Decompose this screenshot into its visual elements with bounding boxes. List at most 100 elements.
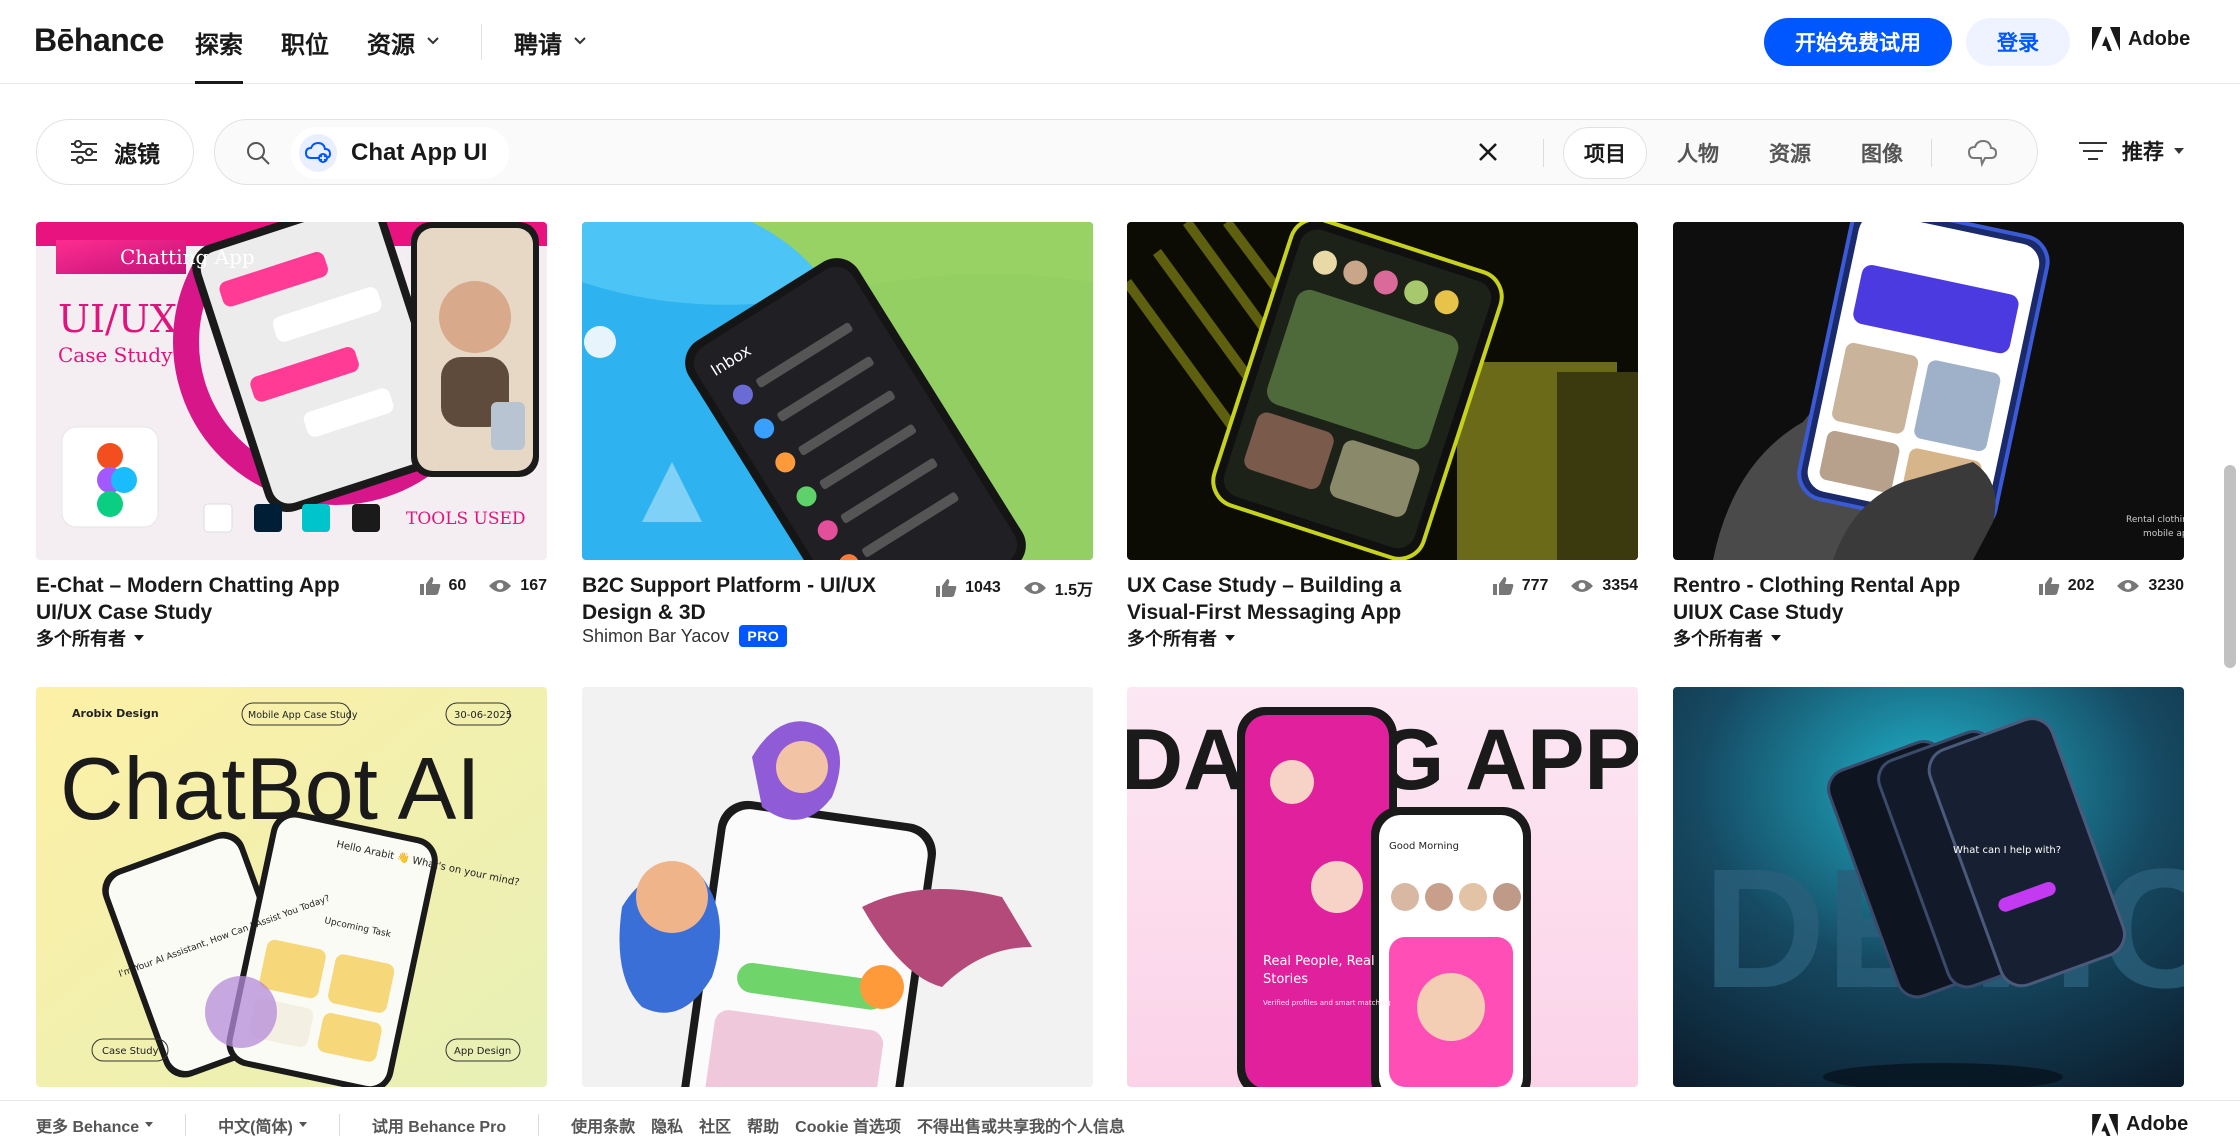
footer-try-pro[interactable]: 试用 Behance Pro — [372, 1113, 506, 1137]
login-button[interactable]: 登录 — [1966, 18, 2070, 66]
top-navigation-bar: Bēhance 探索 职位 资源 聘请 开始免费试用 登录 Adobe — [0, 0, 2240, 84]
project-card[interactable]: DATING APP Good Morning Real People, Rea… — [1127, 687, 1638, 1087]
filter-button[interactable]: 滤镜 — [36, 119, 194, 185]
project-thumbnail[interactable]: Arobix Design Mobile App Case Study 30-0… — [36, 687, 547, 1087]
footer-more-behance-label: 更多 Behance — [36, 1118, 140, 1136]
project-card[interactable]: Inbox B2C Support Platform - UI/UX Desig… — [582, 222, 1093, 662]
project-cover-art: Chatting App UI/UX Case Study TOOLS USED — [36, 222, 547, 560]
owner-label: 多个所有者 — [1127, 629, 1217, 649]
project-owners[interactable]: 多个所有者 — [1127, 625, 1235, 651]
footer-more-behance[interactable]: 更多 Behance — [36, 1113, 154, 1137]
project-thumbnail[interactable]: Chatting App UI/UX Case Study TOOLS USED — [36, 222, 547, 560]
project-owner[interactable]: Shimon Bar Yacov PRO — [582, 625, 788, 647]
filter-label: 滤镜 — [114, 141, 160, 167]
project-thumbnail[interactable]: DATING APP Good Morning Real People, Rea… — [1127, 687, 1638, 1087]
search-icon — [247, 142, 270, 165]
eye-icon — [2117, 580, 2140, 592]
nav-hire[interactable]: 聘请 — [514, 0, 586, 84]
project-thumbnail[interactable]: DEVICE What can I help with? — [1673, 687, 2184, 1087]
tab-projects[interactable]: 项目 — [1563, 127, 1647, 179]
footer-divider — [538, 1113, 540, 1136]
project-cover-art: Rental clothing mobile app — [1673, 222, 2184, 560]
page-scrollbar-thumb[interactable] — [2224, 465, 2236, 668]
tab-people[interactable]: 人物 — [1657, 127, 1739, 179]
sort-dropdown[interactable]: 推荐 — [2078, 136, 2184, 166]
project-title[interactable]: B2C Support Platform - UI/UX Design & 3D — [582, 572, 922, 626]
ai-search-cloud-icon[interactable] — [1967, 139, 1997, 167]
adobe-link[interactable]: Adobe — [2092, 27, 2190, 51]
svg-text:mobile app: mobile app — [2143, 529, 2184, 539]
footer-language[interactable]: 中文(简体) — [218, 1113, 307, 1137]
project-title[interactable]: UX Case Study – Building a Visual-First … — [1127, 572, 1467, 626]
svg-text:Good Morning: Good Morning — [1389, 841, 1459, 852]
tab-images[interactable]: 图像 — [1841, 127, 1923, 179]
eye-icon — [1023, 582, 1046, 594]
project-cover-art — [1127, 222, 1638, 560]
eye-icon — [1571, 580, 1594, 592]
project-thumbnail[interactable] — [582, 687, 1093, 1087]
caret-down-icon — [134, 635, 144, 641]
project-stats: 1043 1.5万 — [935, 576, 1093, 600]
search-bar[interactable]: Chat App UI 项目 人物 资源 图像 — [214, 119, 2038, 185]
owner-label: 多个所有者 — [36, 629, 126, 649]
project-meta: E-Chat – Modern Chatting App UI/UX Case … — [36, 572, 547, 662]
caret-down-icon — [1225, 635, 1235, 641]
project-thumbnail[interactable]: Rental clothing mobile app — [1673, 222, 2184, 560]
project-meta: Rentro - Clothing Rental App UIUX Case S… — [1673, 572, 2184, 662]
footer-bar: 更多 Behance 中文(简体) 试用 Behance Pro 使用条款 隐私… — [0, 1100, 2240, 1148]
caret-down-icon — [298, 1122, 307, 1127]
search-query-chip[interactable]: Chat App UI — [291, 127, 510, 179]
project-card[interactable]: Rental clothing mobile app Rentro - Clot… — [1673, 222, 2184, 662]
sort-label: 推荐 — [2122, 141, 2164, 164]
nav-jobs[interactable]: 职位 — [281, 0, 329, 84]
project-owners[interactable]: 多个所有者 — [1673, 625, 1781, 651]
view-count: 3230 — [2148, 577, 2184, 594]
svg-text:Stories: Stories — [1263, 972, 1308, 987]
project-title[interactable]: Rentro - Clothing Rental App UIUX Case S… — [1673, 572, 2013, 626]
svg-text:TOOLS USED: TOOLS USED — [406, 509, 526, 529]
clear-search-icon[interactable] — [1477, 141, 1499, 163]
project-card[interactable] — [582, 687, 1093, 1087]
svg-text:Real People, Real: Real People, Real — [1263, 954, 1375, 969]
project-owners[interactable]: 多个所有者 — [36, 625, 144, 651]
adobe-logo-icon — [2092, 1113, 2118, 1136]
svg-text:Verified profiles and smart ma: Verified profiles and smart matching — [1263, 999, 1391, 1007]
footer-divider — [185, 1113, 187, 1136]
nav-assets-label: 资源 — [367, 31, 415, 59]
nav-assets[interactable]: 资源 — [367, 0, 439, 84]
nav-explore[interactable]: 探索 — [195, 0, 243, 84]
footer-cookie-link[interactable]: Cookie 首选项 — [795, 1113, 901, 1137]
svg-text:ChatBot AI: ChatBot AI — [60, 739, 481, 838]
start-free-trial-button[interactable]: 开始免费试用 — [1764, 18, 1952, 66]
project-card[interactable]: Arobix Design Mobile App Case Study 30-0… — [36, 687, 547, 1087]
thumbs-up-icon — [2038, 577, 2060, 595]
svg-text:Rental clothing: Rental clothing — [2126, 515, 2184, 525]
nav-divider — [481, 24, 482, 60]
svg-text:What can I help with?: What can I help with? — [1953, 845, 2061, 856]
footer-privacy-link[interactable]: 隐私 — [651, 1113, 683, 1137]
tab-assets[interactable]: 资源 — [1749, 127, 1831, 179]
nav-hire-label: 聘请 — [514, 31, 562, 59]
project-card[interactable]: UX Case Study – Building a Visual-First … — [1127, 222, 1638, 662]
caret-down-icon — [145, 1122, 154, 1127]
svg-text:30-06-2025: 30-06-2025 — [454, 710, 512, 721]
nav-explore-label: 探索 — [195, 31, 243, 59]
behance-logo[interactable]: Bēhance — [34, 22, 164, 59]
filter-sliders-icon — [71, 140, 97, 164]
project-meta: UX Case Study – Building a Visual-First … — [1127, 572, 1638, 662]
project-stats: 60 167 — [419, 576, 547, 596]
footer-community-link[interactable]: 社区 — [699, 1113, 731, 1137]
project-thumbnail[interactable] — [1127, 222, 1638, 560]
footer-do-not-sell-link[interactable]: 不得出售或共享我的个人信息 — [917, 1113, 1125, 1137]
project-cover-art: Arobix Design Mobile App Case Study 30-0… — [36, 687, 547, 1087]
footer-terms-link[interactable]: 使用条款 — [571, 1113, 635, 1137]
svg-text:Chatting App: Chatting App — [120, 245, 255, 269]
project-card[interactable]: Chatting App UI/UX Case Study TOOLS USED… — [36, 222, 547, 662]
footer-help-link[interactable]: 帮助 — [747, 1113, 779, 1137]
nav-jobs-label: 职位 — [281, 31, 329, 59]
project-title[interactable]: E-Chat – Modern Chatting App UI/UX Case … — [36, 572, 376, 626]
project-card[interactable]: DEVICE What can I help with? — [1673, 687, 2184, 1087]
footer-adobe-link[interactable]: Adobe — [2092, 1113, 2188, 1136]
thumbs-up-icon — [1492, 577, 1514, 595]
project-thumbnail[interactable]: Inbox — [582, 222, 1093, 560]
